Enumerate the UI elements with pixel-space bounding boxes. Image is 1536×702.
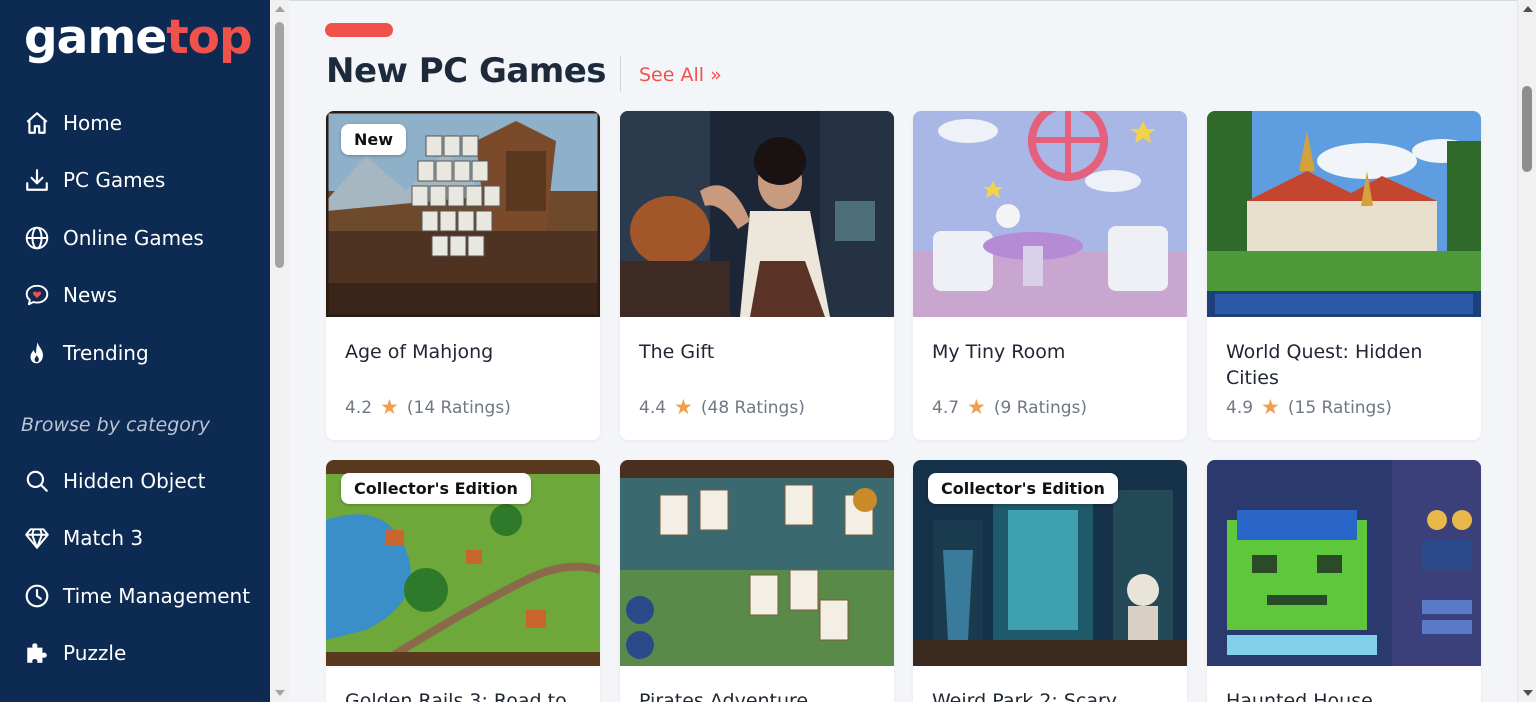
rating-value: 4.7 (932, 397, 960, 418)
nav-label: Online Games (63, 226, 204, 250)
game-card-weird-park-2[interactable]: Collector's Edition Weird Park 2: Scary (913, 460, 1187, 702)
category-label: Match 3 (63, 526, 144, 550)
page-scrollbar-thumb[interactable] (1522, 86, 1532, 172)
nav-label: PC Games (63, 168, 166, 192)
game-title[interactable]: World Quest: Hidden Cities (1226, 339, 1466, 391)
game-thumbnail[interactable] (913, 111, 1187, 317)
see-all-link[interactable]: See All » (639, 64, 722, 86)
category-hidden-object[interactable]: Hidden Object (22, 463, 262, 499)
game-thumbnail[interactable]: Collector's Edition (913, 460, 1187, 666)
game-title[interactable]: Haunted House (1226, 688, 1466, 702)
rating-value: 4.2 (345, 397, 373, 418)
nav-item-online-games[interactable]: Online Games (22, 220, 262, 256)
sidebar: gametop Home PC Games Online Games News (0, 0, 270, 702)
game-title[interactable]: My Tiny Room (932, 339, 1172, 365)
globe-icon (22, 223, 52, 253)
ratings-count: (15 Ratings) (1287, 397, 1392, 418)
category-match-3[interactable]: Match 3 (22, 520, 262, 556)
sidebar-scrollbar-thumb[interactable] (275, 22, 284, 268)
nav-item-news[interactable]: News (22, 277, 262, 313)
scroll-up-arrow-icon[interactable] (1523, 6, 1533, 12)
game-badge: New (341, 124, 407, 155)
game-thumbnail[interactable] (1207, 460, 1481, 666)
game-thumbnail[interactable]: New (326, 111, 600, 317)
puzzle-icon (22, 638, 52, 668)
nav-label: Home (63, 111, 123, 135)
clock-icon (22, 581, 52, 611)
game-card-my-tiny-room[interactable]: My Tiny Room 4.7 ★ (9 Ratings) (913, 111, 1187, 440)
scroll-down-arrow-icon[interactable] (1523, 690, 1533, 696)
section-accent-bar (325, 23, 393, 37)
download-icon (22, 165, 52, 195)
game-thumbnail[interactable] (620, 460, 894, 666)
title-divider (620, 56, 621, 92)
game-card-haunted-house[interactable]: Haunted House (1207, 460, 1481, 702)
sidebar-scrollbar[interactable] (270, 0, 289, 702)
rating-value: 4.9 (1226, 397, 1254, 418)
scroll-down-arrow-icon[interactable] (275, 690, 285, 696)
category-label: Time Management (63, 584, 251, 608)
game-badge: Collector's Edition (341, 473, 531, 504)
logo-part-top: top (166, 10, 252, 65)
game-rating: 4.9 ★ (15 Ratings) (1226, 397, 1392, 418)
game-badge: Collector's Edition (928, 473, 1118, 504)
section-title: New PC Games (326, 51, 607, 91)
game-title[interactable]: The Gift (639, 339, 879, 365)
diamond-icon (22, 523, 52, 553)
game-rating: 4.7 ★ (9 Ratings) (932, 397, 1087, 418)
game-thumbnail[interactable] (1207, 111, 1481, 317)
game-title[interactable]: Pirates Adventure (639, 688, 879, 702)
star-icon: ★ (967, 395, 986, 419)
search-icon (22, 466, 52, 496)
fire-icon (22, 338, 52, 368)
page: gametop Home PC Games Online Games News (0, 0, 1536, 702)
game-card-world-quest[interactable]: World Quest: Hidden Cities 4.9 ★ (15 Rat… (1207, 111, 1481, 440)
game-rating: 4.2 ★ (14 Ratings) (345, 397, 511, 418)
main-content: New PC Games See All » New Age of Mahjon… (289, 0, 1517, 702)
rating-value: 4.4 (639, 397, 667, 418)
gametop-logo[interactable]: gametop (24, 14, 253, 61)
category-label: Puzzle (63, 641, 127, 665)
scroll-up-arrow-icon[interactable] (275, 6, 285, 12)
chat-heart-icon (22, 280, 52, 310)
game-card-golden-rails-3[interactable]: Collector's Edition Golden Rails 3: Road… (326, 460, 600, 702)
ratings-count: (48 Ratings) (700, 397, 805, 418)
nav-item-pc-games[interactable]: PC Games (22, 162, 262, 198)
browse-by-category-heading: Browse by category (21, 414, 210, 436)
game-title[interactable]: Weird Park 2: Scary (932, 688, 1172, 702)
game-rating: 4.4 ★ (48 Ratings) (639, 397, 805, 418)
logo-part-game: game (24, 10, 167, 65)
ratings-count: (9 Ratings) (993, 397, 1088, 418)
star-icon: ★ (674, 395, 693, 419)
game-card-age-of-mahjong[interactable]: New Age of Mahjong 4.2 ★ (14 Ratings) (326, 111, 600, 440)
game-thumbnail[interactable] (620, 111, 894, 317)
nav-item-trending[interactable]: Trending (22, 335, 262, 371)
category-time-management[interactable]: Time Management (22, 578, 262, 614)
game-card-pirates-adventure[interactable]: Pirates Adventure (620, 460, 894, 702)
game-title[interactable]: Golden Rails 3: Road to (345, 688, 585, 702)
page-scrollbar[interactable] (1517, 0, 1536, 702)
nav-label: Trending (63, 341, 149, 365)
home-icon (22, 108, 52, 138)
game-thumbnail[interactable]: Collector's Edition (326, 460, 600, 666)
nav-label: News (63, 283, 118, 307)
nav-item-home[interactable]: Home (22, 105, 262, 141)
game-card-the-gift[interactable]: The Gift 4.4 ★ (48 Ratings) (620, 111, 894, 440)
star-icon: ★ (380, 395, 399, 419)
ratings-count: (14 Ratings) (406, 397, 511, 418)
star-icon: ★ (1261, 395, 1280, 419)
game-title[interactable]: Age of Mahjong (345, 339, 585, 365)
category-puzzle[interactable]: Puzzle (22, 635, 262, 671)
category-label: Hidden Object (63, 469, 206, 493)
